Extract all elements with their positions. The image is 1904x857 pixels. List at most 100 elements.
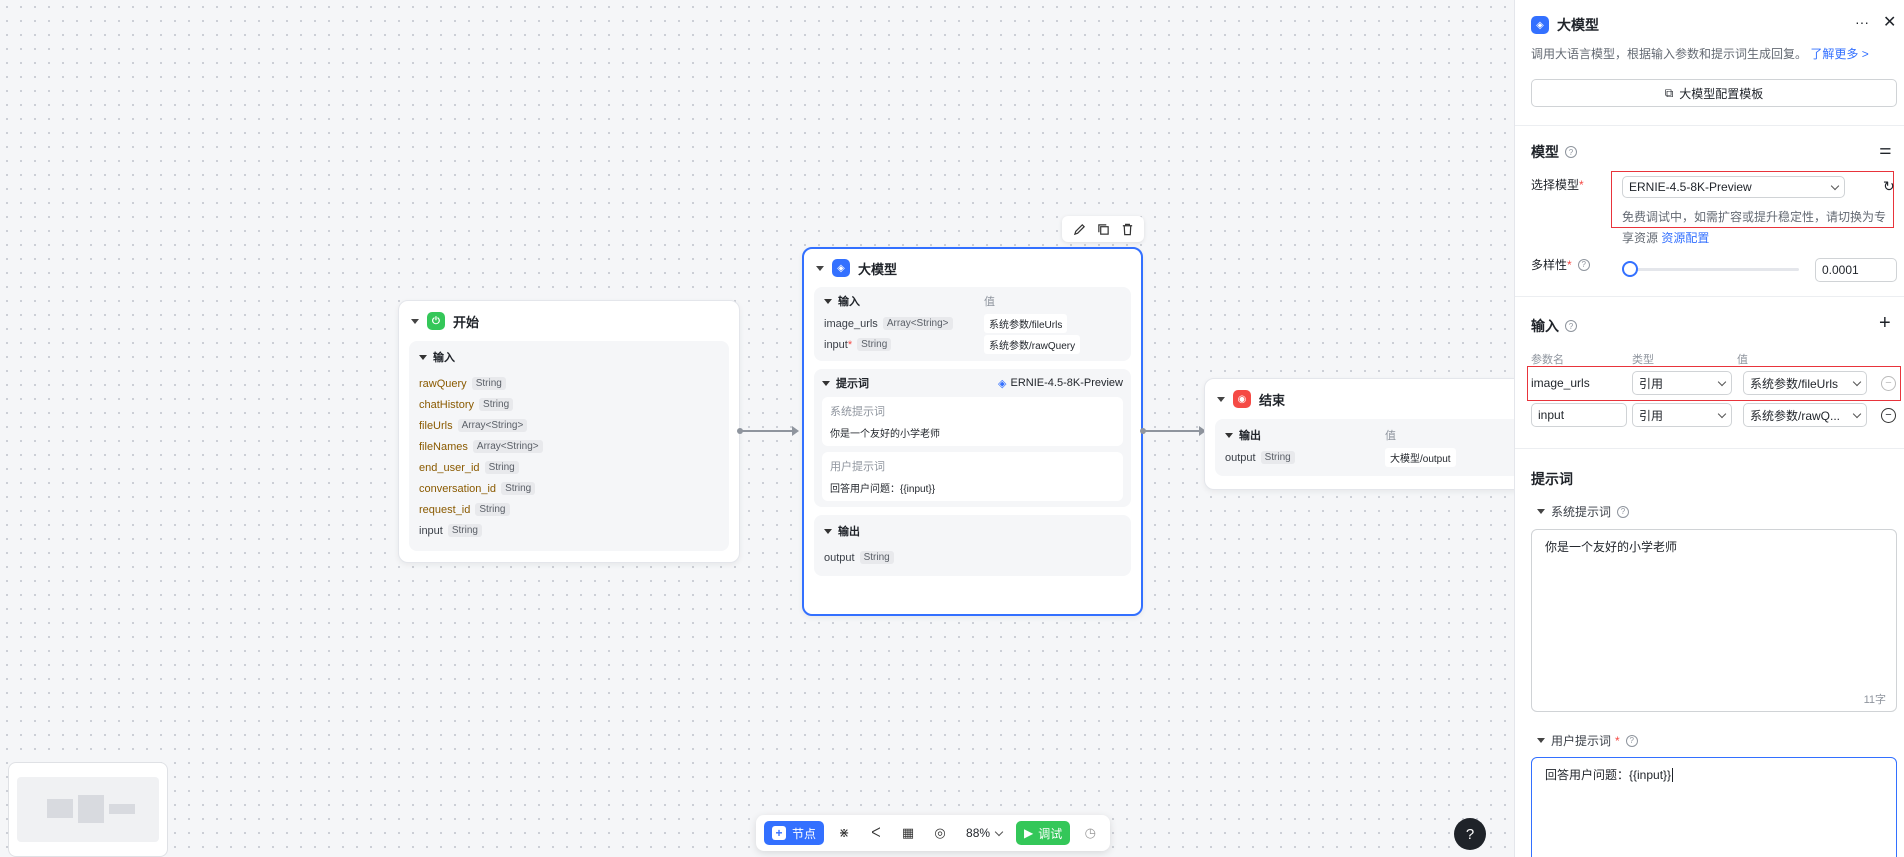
zoom-select[interactable]: 88% xyxy=(960,826,1008,840)
param-type-value: 引用 xyxy=(1639,408,1664,423)
minimap[interactable] xyxy=(8,762,168,857)
collapse-caret-icon[interactable] xyxy=(822,380,830,386)
add-node-label: 节点 xyxy=(792,826,817,841)
refresh-icon[interactable]: ↻ xyxy=(1883,178,1895,195)
start-node[interactable]: ⏻ 开始 输入 rawQuery String chatHistory String… xyxy=(398,300,740,563)
remove-icon[interactable]: − xyxy=(1881,376,1896,391)
start-input-section: 输入 rawQuery String chatHistory String file… xyxy=(409,341,729,551)
end-node-title: 结束 xyxy=(1259,392,1286,408)
help-icon[interactable]: ? xyxy=(1565,320,1577,332)
user-prompt-text: 回答用户问题：{{input}} xyxy=(1545,768,1672,782)
type-tag: String xyxy=(484,461,519,474)
chevron-down-icon xyxy=(1852,409,1862,418)
panel-description: 调用大语言模型，根据输入参数和提示词生成回复。 了解更多 > xyxy=(1531,45,1869,62)
delete-icon[interactable] xyxy=(1118,220,1136,238)
diversity-slider[interactable] xyxy=(1622,261,1799,277)
help-icon[interactable]: ? xyxy=(1617,505,1630,518)
close-icon[interactable]: ✕ xyxy=(1883,12,1896,32)
required-mark: * xyxy=(847,338,853,351)
type-tag: Array<String> xyxy=(472,440,543,453)
param-value-select[interactable]: 系统参数/fileUrls xyxy=(1743,371,1867,395)
more-icon[interactable]: ··· xyxy=(1855,14,1869,30)
model-select[interactable]: ERNIE-4.5-8K-Preview xyxy=(1622,176,1845,198)
param-value: 系统参数/rawQ... xyxy=(1750,408,1841,423)
text-cursor xyxy=(1672,768,1674,782)
required-mark: * xyxy=(1579,178,1584,192)
diversity-input[interactable]: 0.0001 xyxy=(1815,258,1897,282)
param-name-field[interactable]: image_urls xyxy=(1531,376,1590,390)
select-model-text: 选择模型 xyxy=(1531,178,1580,192)
type-tag: String xyxy=(1260,451,1295,464)
config-template-button[interactable]: ⧉ 大模型配置模板 xyxy=(1531,79,1897,107)
section-title: 提示词 xyxy=(836,378,869,390)
prompt-section-label: 提示词 xyxy=(1531,471,1573,487)
param-name: request_id xyxy=(419,503,471,516)
llm-node-header[interactable]: ◈ 大模型 xyxy=(804,249,1141,287)
system-prompt-textarea[interactable]: 你是一个友好的小学老师 11字 xyxy=(1531,529,1897,712)
col-value-header: 值 xyxy=(1737,354,1748,366)
collapse-caret-icon[interactable] xyxy=(824,528,832,534)
resource-config-link[interactable]: 资源配置 xyxy=(1661,231,1709,245)
collapse-caret-icon[interactable] xyxy=(1225,432,1233,438)
col-type-header: 类型 xyxy=(1632,354,1654,366)
type-tag: String xyxy=(475,503,510,516)
collapse-caret-icon[interactable] xyxy=(419,354,427,360)
learn-more-link[interactable]: 了解更多 > xyxy=(1810,47,1868,61)
collapse-caret-icon[interactable] xyxy=(1537,509,1545,514)
collapse-caret-icon[interactable] xyxy=(1217,396,1225,402)
param-type-select[interactable]: 引用 xyxy=(1632,371,1732,395)
section-title: 输入 xyxy=(838,296,860,308)
minimap-node xyxy=(78,795,104,823)
collapse-caret-icon[interactable] xyxy=(824,298,832,304)
fit-view-icon[interactable]: ◎ xyxy=(928,821,952,845)
history-icon[interactable]: ◷ xyxy=(1078,821,1102,845)
param-value: 系统参数/fileUrls xyxy=(984,314,1068,333)
help-icon[interactable]: ? xyxy=(1565,146,1577,158)
param-value: 系统参数/rawQuery xyxy=(984,335,1081,354)
settings-sliders-icon[interactable]: ⚌ xyxy=(1879,141,1892,158)
end-node[interactable]: ◉ 结束 输出 值 output String 大模型/output xyxy=(1204,378,1514,490)
param-value-select[interactable]: 系统参数/rawQ... xyxy=(1743,403,1867,427)
chevron-down-icon xyxy=(1852,377,1862,386)
connector-icon[interactable]: ᐸ xyxy=(864,821,888,845)
collapse-caret-icon[interactable] xyxy=(411,318,419,324)
param-name: conversation_id xyxy=(419,482,497,495)
diversity-value: 0.0001 xyxy=(1822,263,1859,277)
user-prompt-textarea[interactable]: 回答用户问题：{{input}} xyxy=(1531,757,1897,857)
debug-label: 调试 xyxy=(1038,826,1063,841)
llm-input-section: 输入 值 image_urls Array<String> 系统参数/fileUr… xyxy=(814,287,1131,361)
selected-model-value: ERNIE-4.5-8K-Preview xyxy=(1629,180,1752,194)
grid-icon[interactable]: ▦ xyxy=(896,821,920,845)
help-icon[interactable]: ? xyxy=(1625,734,1638,747)
input-section-label: 输入 xyxy=(1531,318,1559,334)
add-icon[interactable]: + xyxy=(1879,312,1891,335)
collapse-caret-icon[interactable] xyxy=(1537,738,1545,743)
system-prompt-header[interactable]: 系统提示词? xyxy=(1537,503,1630,520)
slider-handle[interactable] xyxy=(1622,261,1638,277)
debug-button[interactable]: ▶ 调试 xyxy=(1016,821,1071,845)
help-button[interactable]: ? xyxy=(1454,818,1486,850)
param-name: image_urls xyxy=(824,317,878,330)
start-node-header[interactable]: ⏻ 开始 xyxy=(399,301,739,341)
copy-icon[interactable] xyxy=(1094,220,1112,238)
workflow-canvas[interactable]: ⏻ 开始 输入 rawQuery String chatHistory String… xyxy=(0,0,1514,857)
param-name-field[interactable]: input xyxy=(1531,403,1627,427)
add-node-button[interactable]: + 节点 xyxy=(764,821,825,845)
type-tag: String xyxy=(471,377,506,390)
remove-icon[interactable]: − xyxy=(1881,408,1896,423)
llm-node[interactable]: ◈ 大模型 输入 值 image_urls Array<String> 系统参数/… xyxy=(802,247,1143,616)
type-tag: String xyxy=(447,524,482,537)
template-icon: ⧉ xyxy=(1664,85,1674,100)
chevron-down-icon xyxy=(1830,181,1840,190)
collapse-caret-icon[interactable] xyxy=(816,265,824,271)
user-prompt-header[interactable]: 用户提示词 *? xyxy=(1537,732,1638,749)
model-hint-text-2: 享资源 xyxy=(1622,231,1659,245)
param-row: input * String 系统参数/rawQuery xyxy=(824,334,1121,355)
layout-icon[interactable]: ⋇ xyxy=(832,821,856,845)
system-prompt-label: 系统提示词 xyxy=(830,406,885,418)
required-mark: * xyxy=(1615,733,1620,748)
help-icon[interactable]: ? xyxy=(1577,258,1590,271)
param-type-select[interactable]: 引用 xyxy=(1632,403,1732,427)
edit-icon[interactable] xyxy=(1070,220,1088,238)
end-node-header[interactable]: ◉ 结束 xyxy=(1205,379,1514,419)
